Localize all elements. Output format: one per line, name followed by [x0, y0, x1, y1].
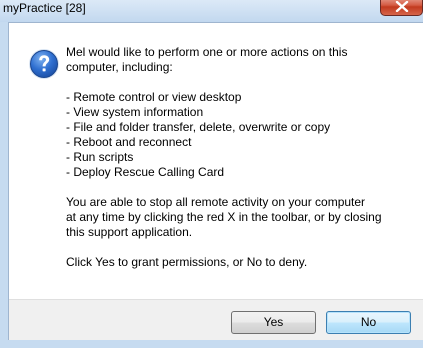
intro-text: Mel would like to perform one or more ac…	[66, 45, 416, 75]
notice-text: You are able to stop all remote activity…	[66, 195, 416, 240]
close-button[interactable]	[380, 0, 423, 16]
actions-list: - Remote control or view desktop - View …	[66, 90, 416, 180]
notice-line-3: this support application.	[66, 225, 193, 239]
list-item: - Reboot and reconnect	[66, 135, 192, 149]
window-title: myPractice [28]	[3, 1, 86, 15]
button-bar: Yes No	[9, 299, 423, 340]
dialog-window: myPractice [28] Mel would like to perfor…	[0, 0, 423, 348]
list-item: - Remote control or view desktop	[66, 90, 242, 104]
question-icon	[28, 48, 60, 80]
list-item: - Run scripts	[66, 150, 134, 164]
notice-line-2: at any time by clicking the red X in the…	[66, 210, 382, 224]
no-button[interactable]: No	[326, 311, 411, 334]
instruction-text: Click Yes to grant permissions, or No to…	[66, 255, 308, 269]
title-bar[interactable]: myPractice [28]	[0, 0, 423, 22]
dialog-content: Mel would like to perform one or more ac…	[8, 22, 423, 340]
intro-line-2: computer, including:	[66, 60, 173, 74]
yes-button[interactable]: Yes	[231, 311, 316, 334]
list-item: - View system information	[66, 105, 204, 119]
list-item: - Deploy Rescue Calling Card	[66, 165, 225, 179]
message-text: Mel would like to perform one or more ac…	[66, 45, 416, 270]
window-bottom-border	[0, 340, 423, 348]
list-item: - File and folder transfer, delete, over…	[66, 120, 331, 134]
close-x-icon	[395, 1, 409, 12]
intro-line-1: Mel would like to perform one or more ac…	[66, 45, 348, 59]
notice-line-1: You are able to stop all remote activity…	[66, 195, 366, 209]
